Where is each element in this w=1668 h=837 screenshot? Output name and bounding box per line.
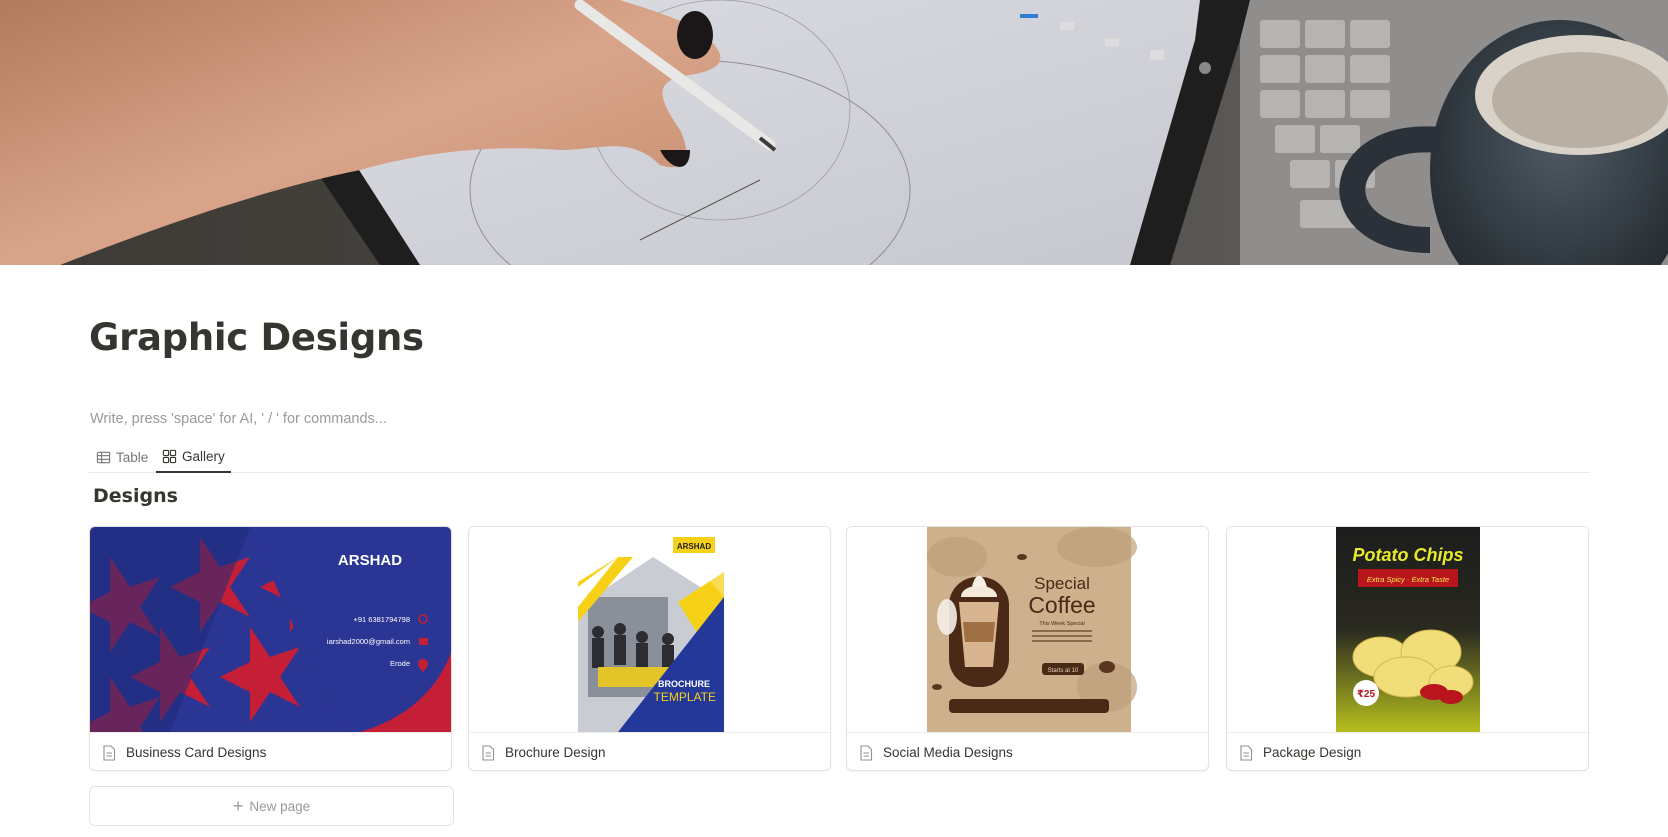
card-cover-coffee: Special Coffee This Week Special Starts … xyxy=(847,527,1208,732)
gallery-card-brochure-design[interactable]: BROCHURE TEMPLATE ARSHAD Brochure Design xyxy=(468,526,831,771)
coffee-button: Starts at 10 xyxy=(1048,668,1079,674)
card-cover-brochure: BROCHURE TEMPLATE ARSHAD xyxy=(469,527,830,732)
new-page-button[interactable]: + New page xyxy=(89,786,454,826)
brochure-badge: ARSHAD xyxy=(677,542,711,551)
view-tabs: Table Gallery xyxy=(89,441,1590,473)
chips-title: Potato Chips xyxy=(1353,545,1464,565)
brochure-line2: TEMPLATE xyxy=(654,690,716,704)
plus-icon: + xyxy=(232,796,244,816)
coffee-line2: Coffee xyxy=(1028,592,1095,618)
cover-image-hand-drawing-on-tablet xyxy=(0,0,1668,265)
page-icon xyxy=(860,744,873,761)
card-title: Brochure Design xyxy=(505,745,606,760)
chips-tagline: Extra Spicy · Extra Taste xyxy=(1367,575,1449,584)
card-cover-chips: Potato Chips Extra Spicy · Extra Taste ₹… xyxy=(1227,527,1588,732)
coffee-line1: Special xyxy=(1034,574,1090,593)
business-card-email: iarshad2000@gmail.com xyxy=(327,637,410,646)
page-title[interactable]: Graphic Designs xyxy=(89,316,424,359)
page-icon xyxy=(482,744,495,761)
tab-table-label: Table xyxy=(116,449,149,465)
card-cover-business-card: ARSHAD +91 6381794798 iarshad2000@gmail.… xyxy=(90,527,451,732)
business-card-phone: +91 6381794798 xyxy=(353,615,410,624)
card-footer: Package Design xyxy=(1227,732,1588,770)
new-page-label: New page xyxy=(249,798,311,814)
brochure-line1: BROCHURE xyxy=(658,679,710,689)
page-icon xyxy=(103,744,116,761)
table-icon xyxy=(96,451,111,463)
card-title: Package Design xyxy=(1263,745,1362,760)
database-title[interactable]: Designs xyxy=(93,485,178,507)
business-card-name: ARSHAD xyxy=(338,552,402,569)
editor-placeholder[interactable]: Write, press 'space' for AI, ' / ' for c… xyxy=(90,411,387,427)
gallery-card-social-media-designs[interactable]: Special Coffee This Week Special Starts … xyxy=(846,526,1209,771)
page-icon xyxy=(1240,744,1253,761)
business-card-location: Erode xyxy=(390,659,410,668)
coffee-line3: This Week Special xyxy=(1039,621,1084,627)
card-footer: Business Card Designs xyxy=(90,732,451,770)
gallery-card-business-card-designs[interactable]: ARSHAD +91 6381794798 iarshad2000@gmail.… xyxy=(89,526,452,771)
card-title: Social Media Designs xyxy=(883,745,1013,760)
mail-icon xyxy=(419,638,428,645)
card-footer: Social Media Designs xyxy=(847,732,1208,770)
tab-gallery[interactable]: Gallery xyxy=(156,441,231,473)
gallery-card-package-design[interactable]: Potato Chips Extra Spicy · Extra Taste ₹… xyxy=(1226,526,1589,771)
chips-price: ₹25 xyxy=(1357,689,1376,700)
cover-image xyxy=(0,0,1668,265)
tab-table[interactable]: Table xyxy=(90,441,154,473)
tab-gallery-label: Gallery xyxy=(182,448,225,464)
gallery-icon xyxy=(162,449,177,463)
card-footer: Brochure Design xyxy=(469,732,830,770)
card-title: Business Card Designs xyxy=(126,745,267,760)
